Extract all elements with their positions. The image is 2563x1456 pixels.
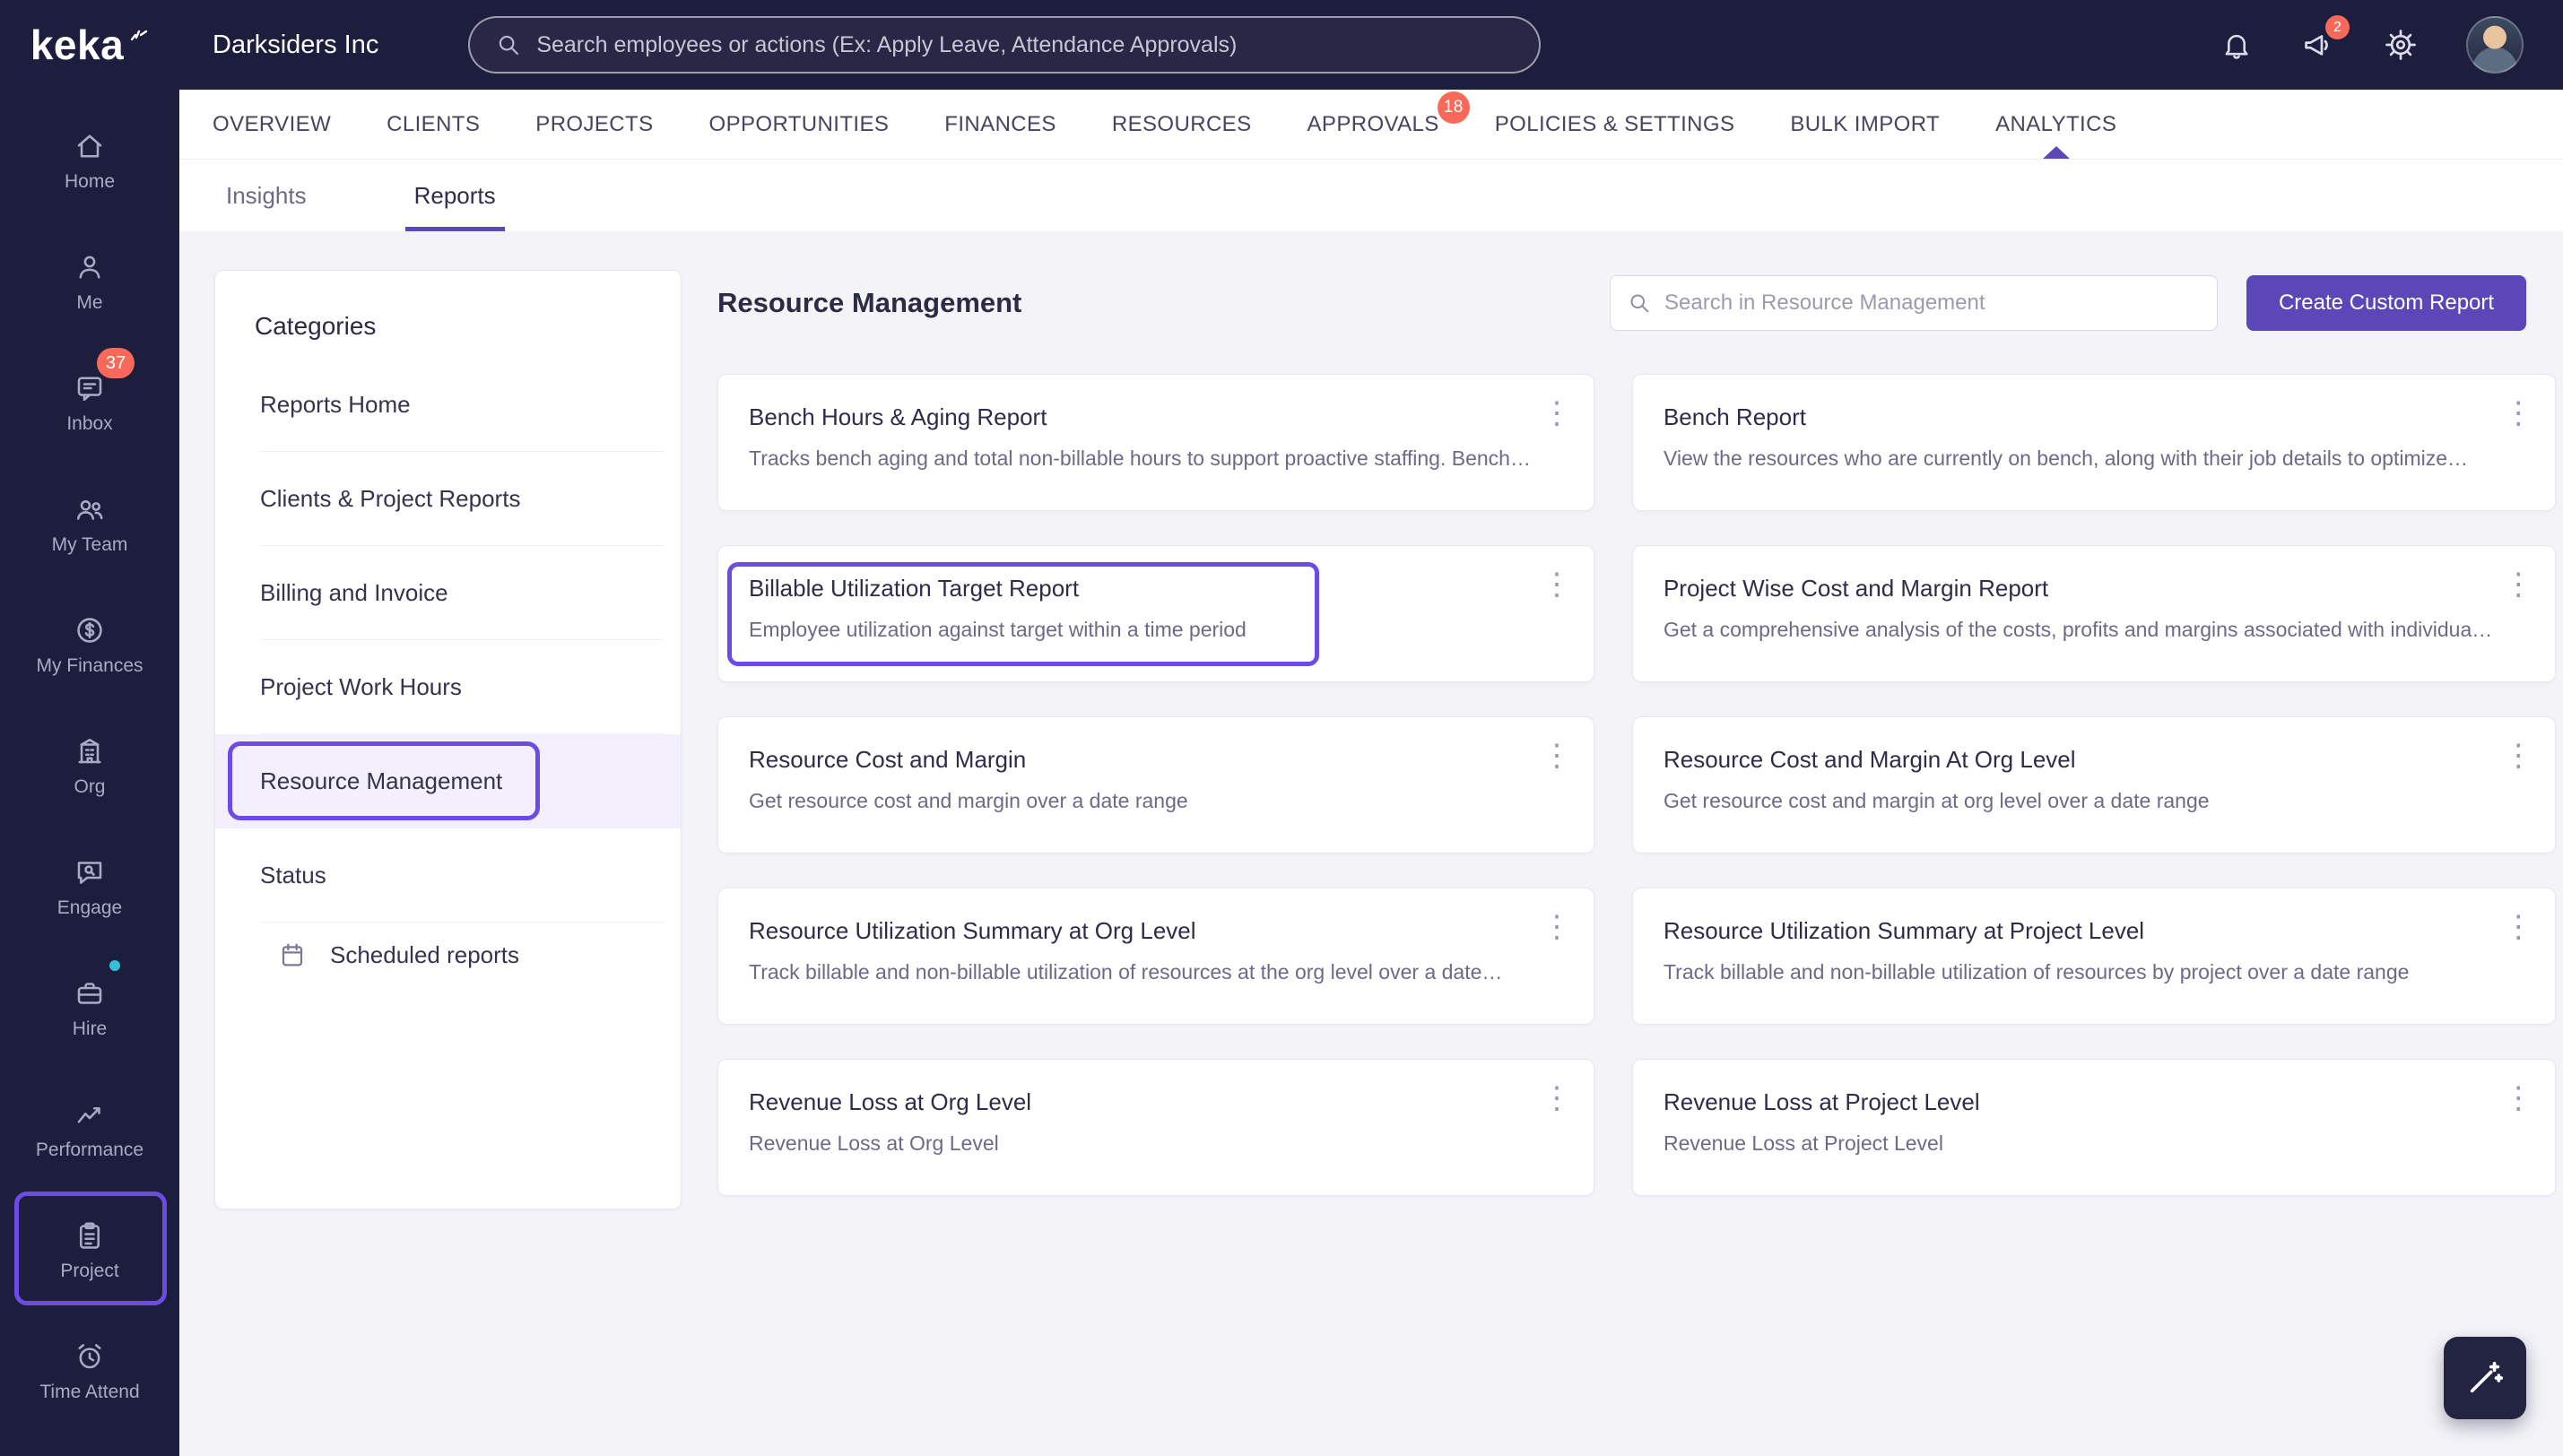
more-options-icon[interactable]: ⋮	[1542, 398, 1572, 429]
sidebar-item-performance[interactable]: Performance	[0, 1069, 179, 1190]
report-search-input[interactable]	[1664, 290, 2201, 316]
announcements-button[interactable]: 2	[2301, 15, 2350, 62]
page-title: Resource Management	[717, 286, 1022, 318]
tab-finances[interactable]: FINANCES	[944, 90, 1056, 159]
category-resource-management[interactable]: Resource Management	[215, 734, 681, 828]
create-custom-report-button[interactable]: Create Custom Report	[2246, 274, 2526, 331]
more-options-icon[interactable]: ⋮	[2503, 569, 2533, 600]
search-icon	[500, 35, 519, 56]
report-card-project-wise-cost-margin[interactable]: Project Wise Cost and Margin Report Get …	[1631, 545, 2557, 682]
more-options-icon[interactable]: ⋮	[2503, 741, 2533, 771]
report-card-resource-cost-margin[interactable]: Resource Cost and Margin Get resource co…	[717, 716, 1594, 854]
tab-resources[interactable]: RESOURCES	[1112, 90, 1252, 159]
module-tabs: OVERVIEW CLIENTS PROJECTS OPPORTUNITIES …	[179, 90, 2563, 160]
settings-button[interactable]	[2384, 28, 2418, 62]
report-card-revenue-loss-project[interactable]: Revenue Loss at Project Level Revenue Lo…	[1631, 1059, 2557, 1196]
more-options-icon[interactable]: ⋮	[1542, 912, 1572, 942]
more-options-icon[interactable]: ⋮	[2503, 398, 2533, 429]
inbox-badge: 37	[97, 348, 135, 378]
categories-title: Categories	[255, 312, 377, 340]
more-options-icon[interactable]: ⋮	[2503, 1083, 2533, 1114]
header-actions: 2	[2220, 15, 2563, 74]
left-sidebar: keka Home Me Inbox 37 My Team My Finance…	[0, 0, 179, 1456]
sidebar-item-time-attend[interactable]: Time Attend	[0, 1311, 179, 1432]
more-options-icon[interactable]: ⋮	[1542, 569, 1572, 600]
global-search-input[interactable]	[536, 31, 1515, 58]
top-header: Darksiders Inc 2	[0, 0, 2563, 90]
tab-clients[interactable]: CLIENTS	[387, 90, 480, 159]
finances-icon	[77, 617, 102, 643]
tab-bulk-import[interactable]: BULK IMPORT	[1790, 90, 1940, 159]
subtab-reports[interactable]: Reports	[405, 160, 505, 231]
main-content: Categories Reports Home Clients & Projec…	[179, 231, 2563, 1456]
hire-icon	[77, 982, 102, 1004]
sidebar-item-my-finances[interactable]: My Finances	[0, 585, 179, 706]
sidebar-nav: Home Me Inbox 37 My Team My Finances Org…	[0, 100, 179, 1432]
global-search[interactable]	[468, 16, 1542, 74]
report-card-resource-cost-margin-org[interactable]: Resource Cost and Margin At Org Level Ge…	[1631, 716, 2557, 854]
category-reports-home[interactable]: Reports Home	[215, 358, 681, 452]
sidebar-item-engage[interactable]: Engage	[0, 827, 179, 948]
report-card-utilization-summary-project[interactable]: Resource Utilization Summary at Project …	[1631, 888, 2557, 1025]
user-avatar[interactable]	[2466, 16, 2524, 74]
keka-app: Darksiders Inc 2 keka	[0, 0, 2563, 1456]
search-icon	[1630, 293, 1649, 312]
category-billing-and-invoice[interactable]: Billing and Invoice	[215, 546, 681, 640]
sidebar-item-org[interactable]: Org	[0, 706, 179, 827]
team-icon	[76, 499, 103, 520]
project-icon	[79, 1222, 100, 1249]
approvals-badge: 18	[1437, 91, 1470, 124]
tab-analytics[interactable]: ANALYTICS	[1995, 90, 2116, 159]
more-options-icon[interactable]: ⋮	[1542, 1083, 1572, 1114]
categories-list: Reports Home Clients & Project Reports B…	[215, 358, 681, 923]
subtab-insights[interactable]: Insights	[217, 160, 316, 231]
report-card-bench-hours-aging[interactable]: Bench Hours & Aging Report Tracks bench …	[717, 374, 1594, 511]
category-project-work-hours[interactable]: Project Work Hours	[215, 640, 681, 734]
company-name: Darksiders Inc	[213, 30, 379, 59]
section-header: Resource Management Create Custom Report	[717, 231, 2526, 374]
notifications-button[interactable]	[2220, 29, 2253, 61]
sidebar-item-my-team[interactable]: My Team	[0, 464, 179, 585]
report-card-billable-utilization-target[interactable]: Billable Utilization Target Report Emplo…	[717, 545, 1594, 682]
tab-policies-settings[interactable]: POLICIES & SETTINGS	[1495, 90, 1735, 159]
tab-opportunities[interactable]: OPPORTUNITIES	[709, 90, 890, 159]
bell-icon	[2225, 34, 2248, 59]
magic-wand-icon	[2470, 1361, 2504, 1393]
sidebar-item-project[interactable]: Project	[0, 1190, 179, 1311]
home-icon	[77, 134, 102, 158]
tab-approvals[interactable]: APPROVALS 18	[1308, 90, 1470, 159]
categories-panel: Categories Reports Home Clients & Projec…	[214, 270, 682, 1209]
user-icon	[79, 256, 100, 279]
tab-overview[interactable]: OVERVIEW	[213, 90, 331, 159]
calendar-icon	[282, 943, 303, 966]
tab-projects[interactable]: PROJECTS	[535, 90, 653, 159]
org-icon	[78, 738, 101, 763]
gear-icon	[2385, 30, 2416, 60]
category-status[interactable]: Status	[215, 828, 681, 923]
engage-icon	[77, 861, 102, 884]
report-card-revenue-loss-org[interactable]: Revenue Loss at Org Level Revenue Loss a…	[717, 1059, 1594, 1196]
sidebar-item-hire[interactable]: Hire	[0, 948, 179, 1069]
time-attend-icon	[78, 1343, 101, 1368]
sidebar-item-home[interactable]: Home	[0, 100, 179, 221]
report-search[interactable]	[1610, 274, 2218, 331]
analytics-subtabs: Insights Reports	[179, 160, 2563, 231]
report-card-bench-report[interactable]: Bench Report View the resources who are …	[1631, 374, 2557, 511]
report-card-utilization-summary-org[interactable]: Resource Utilization Summary at Org Leve…	[717, 888, 1594, 1025]
keka-logo-spark-icon	[130, 30, 148, 41]
category-clients-project-reports[interactable]: Clients & Project Reports	[215, 452, 681, 546]
hire-new-dot	[106, 957, 124, 975]
more-options-icon[interactable]: ⋮	[1542, 741, 1572, 771]
more-options-icon[interactable]: ⋮	[2503, 912, 2533, 942]
announcements-badge: 2	[2325, 15, 2350, 39]
ai-assistant-button[interactable]	[2444, 1337, 2526, 1419]
inbox-icon	[77, 376, 102, 401]
sidebar-item-me[interactable]: Me	[0, 221, 179, 342]
performance-icon	[77, 1106, 100, 1123]
keka-logo[interactable]: keka	[0, 0, 179, 90]
reports-grid: Bench Hours & Aging Report Tracks bench …	[717, 374, 2557, 1196]
sidebar-item-inbox[interactable]: Inbox 37	[0, 342, 179, 464]
scheduled-reports-link[interactable]: Scheduled reports	[278, 940, 519, 969]
keka-logo-text: keka	[30, 22, 125, 68]
